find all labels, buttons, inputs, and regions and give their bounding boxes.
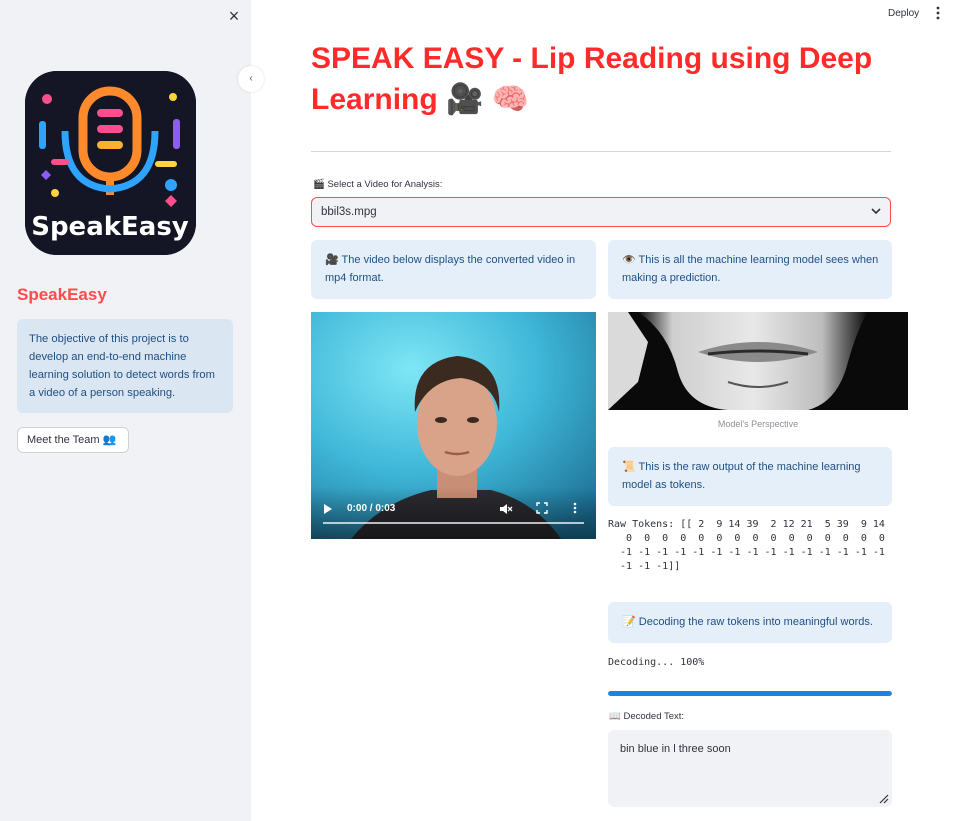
model-perspective-image (608, 312, 908, 410)
raw-tokens-output: Raw Tokens: [[ 2 9 14 39 2 12 21 5 39 9 … (608, 519, 885, 572)
close-icon[interactable]: × (226, 7, 242, 25)
divider (311, 151, 891, 152)
decoded-text-area[interactable]: bin blue in l three soon (608, 730, 892, 807)
page-title: SPEAK EASY - Lip Reading using Deep Lear… (311, 42, 873, 116)
model-perspective-caption: Model's Perspective (717, 419, 799, 429)
decoding-status: Decoding... 100% (608, 657, 705, 668)
model-view-info-box: 👁️ This is all the machine learning mode… (608, 240, 892, 299)
decode-info-box: 📝 Decoding the raw tokens into meaningfu… (608, 602, 892, 643)
video-select-label: 🎬 Select a Video for Analysis: (313, 179, 443, 190)
sidebar: × SpeakEasy SpeakEasy The objective of t… (0, 0, 251, 821)
kebab-menu-icon[interactable] (933, 6, 943, 20)
mute-icon[interactable] (499, 502, 513, 519)
decoding-progress-fill (608, 691, 892, 696)
raw-tokens-info-box: 📜 This is the raw output of the machine … (608, 447, 892, 506)
video-seek-bar[interactable] (323, 522, 584, 524)
decoded-text-label: 📖 Decoded Text: (609, 711, 685, 722)
project-objective-info: The objective of this project is to deve… (17, 319, 233, 413)
sidebar-collapse-icon[interactable]: ‹ (238, 66, 264, 92)
app-logo: SpeakEasy (25, 71, 196, 255)
meet-the-team-button[interactable]: Meet the Team 👥 (17, 427, 129, 453)
video-controls: 0:00 / 0:03 (311, 487, 596, 539)
logo-wordmark: SpeakEasy (31, 212, 189, 242)
more-icon[interactable] (573, 502, 577, 517)
sidebar-title: SpeakEasy (17, 285, 107, 304)
resize-handle-icon[interactable] (877, 792, 889, 804)
video-player[interactable]: 0:00 / 0:03 (311, 312, 596, 539)
speakeasy-logo-graphic: SpeakEasy (25, 71, 196, 255)
decoded-text-value: bin blue in l three soon (620, 743, 731, 755)
deploy-button[interactable]: Deploy (888, 8, 919, 19)
video-time: 0:00 / 0:03 (347, 503, 396, 514)
video-info-box: 🎥 The video below displays the converted… (311, 240, 596, 299)
fullscreen-icon[interactable] (536, 502, 548, 517)
video-select[interactable]: bbil3s.mpg (311, 197, 891, 227)
chevron-down-icon (871, 198, 881, 237)
play-icon[interactable] (323, 503, 333, 518)
video-select-value: bbil3s.mpg (321, 206, 377, 218)
decoding-progress-bar (608, 691, 892, 696)
mouth-crop-graphic (608, 312, 908, 410)
